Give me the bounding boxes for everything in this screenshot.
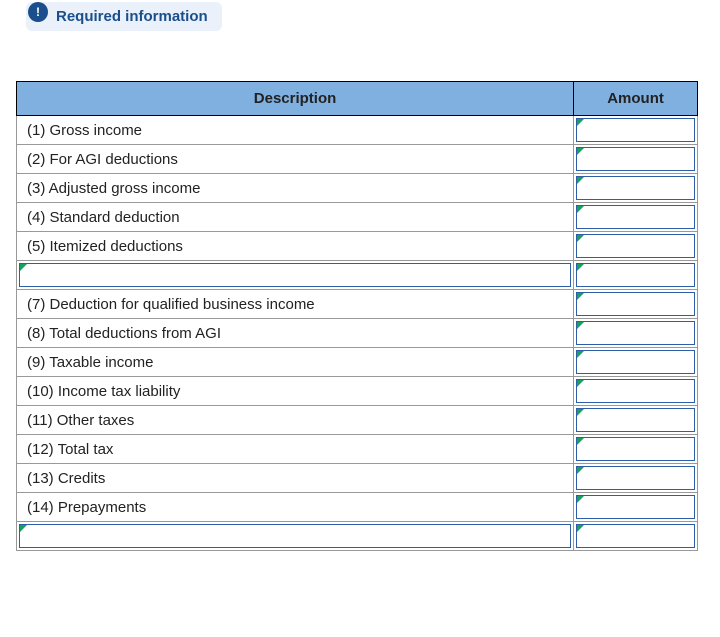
edit-flag-icon	[20, 525, 27, 532]
amount-input[interactable]	[576, 118, 695, 142]
table-row: (9) Taxable income	[17, 348, 698, 377]
amount-input-cell[interactable]	[574, 464, 698, 493]
amount-input-cell[interactable]	[574, 493, 698, 522]
description-cell: (14) Prepayments	[17, 493, 574, 522]
table-row: (1) Gross income	[17, 116, 698, 145]
table-row: (13) Credits	[17, 464, 698, 493]
edit-flag-icon	[577, 409, 584, 416]
description-cell: (10) Income tax liability	[17, 377, 574, 406]
amount-input[interactable]	[576, 205, 695, 229]
description-text: (4) Standard deduction	[17, 205, 573, 230]
description-cell: (4) Standard deduction	[17, 203, 574, 232]
description-text: (7) Deduction for qualified business inc…	[17, 292, 573, 317]
edit-flag-icon	[577, 438, 584, 445]
description-input-cell[interactable]	[17, 261, 574, 290]
edit-flag-icon	[577, 264, 584, 271]
amount-input-cell[interactable]	[574, 261, 698, 290]
amount-input[interactable]	[576, 524, 695, 548]
table-row: (11) Other taxes	[17, 406, 698, 435]
table-row: (8) Total deductions from AGI	[17, 319, 698, 348]
description-cell: (2) For AGI deductions	[17, 145, 574, 174]
table-row: (10) Income tax liability	[17, 377, 698, 406]
amount-input[interactable]	[576, 147, 695, 171]
edit-flag-icon	[577, 322, 584, 329]
amount-input[interactable]	[576, 292, 695, 316]
amount-input[interactable]	[576, 379, 695, 403]
description-cell: (1) Gross income	[17, 116, 574, 145]
amount-input-cell[interactable]	[574, 522, 698, 551]
description-input-cell[interactable]	[17, 522, 574, 551]
description-cell: (7) Deduction for qualified business inc…	[17, 290, 574, 319]
header-description: Description	[17, 82, 574, 116]
required-information-pill[interactable]: ! Required information	[26, 2, 222, 31]
amount-input[interactable]	[576, 350, 695, 374]
tax-worksheet-table: Description Amount (1) Gross income (2) F…	[16, 81, 698, 551]
table-row: (7) Deduction for qualified business inc…	[17, 290, 698, 319]
amount-input[interactable]	[576, 466, 695, 490]
amount-input-cell[interactable]	[574, 319, 698, 348]
description-text: (1) Gross income	[17, 118, 573, 143]
edit-flag-icon	[577, 177, 584, 184]
description-cell: (3) Adjusted gross income	[17, 174, 574, 203]
info-icon: !	[28, 2, 48, 22]
required-information-label: Required information	[56, 8, 208, 25]
table-row: (2) For AGI deductions	[17, 145, 698, 174]
description-text: (13) Credits	[17, 466, 573, 491]
table-row: (4) Standard deduction	[17, 203, 698, 232]
description-text: (9) Taxable income	[17, 350, 573, 375]
description-cell: (13) Credits	[17, 464, 574, 493]
amount-input[interactable]	[576, 495, 695, 519]
amount-input[interactable]	[576, 437, 695, 461]
description-cell: (12) Total tax	[17, 435, 574, 464]
edit-flag-icon	[577, 380, 584, 387]
edit-flag-icon	[577, 148, 584, 155]
amount-input-cell[interactable]	[574, 203, 698, 232]
description-text: (10) Income tax liability	[17, 379, 573, 404]
amount-input[interactable]	[576, 234, 695, 258]
edit-flag-icon	[577, 119, 584, 126]
description-text: (5) Itemized deductions	[17, 234, 573, 259]
table-row: (5) Itemized deductions	[17, 232, 698, 261]
edit-flag-icon	[577, 235, 584, 242]
description-input[interactable]	[19, 524, 571, 548]
description-text: (14) Prepayments	[17, 495, 573, 520]
edit-flag-icon	[577, 351, 584, 358]
amount-input-cell[interactable]	[574, 232, 698, 261]
amount-input-cell[interactable]	[574, 435, 698, 464]
table-row: (14) Prepayments	[17, 493, 698, 522]
edit-flag-icon	[577, 525, 584, 532]
edit-flag-icon	[577, 293, 584, 300]
edit-flag-icon	[577, 206, 584, 213]
table-row	[17, 522, 698, 551]
amount-input-cell[interactable]	[574, 377, 698, 406]
edit-flag-icon	[20, 264, 27, 271]
amount-input-cell[interactable]	[574, 174, 698, 203]
description-cell: (9) Taxable income	[17, 348, 574, 377]
description-text: (11) Other taxes	[17, 408, 573, 433]
description-text: (8) Total deductions from AGI	[17, 321, 573, 346]
description-text: (12) Total tax	[17, 437, 573, 462]
amount-input[interactable]	[576, 408, 695, 432]
edit-flag-icon	[577, 467, 584, 474]
amount-input[interactable]	[576, 321, 695, 345]
description-input[interactable]	[19, 263, 571, 287]
amount-input-cell[interactable]	[574, 145, 698, 174]
header-amount: Amount	[574, 82, 698, 116]
amount-input-cell[interactable]	[574, 348, 698, 377]
description-text: (3) Adjusted gross income	[17, 176, 573, 201]
amount-input[interactable]	[576, 263, 695, 287]
description-cell: (5) Itemized deductions	[17, 232, 574, 261]
table-row: (12) Total tax	[17, 435, 698, 464]
amount-input-cell[interactable]	[574, 116, 698, 145]
amount-input-cell[interactable]	[574, 406, 698, 435]
description-cell: (11) Other taxes	[17, 406, 574, 435]
table-row: (3) Adjusted gross income	[17, 174, 698, 203]
amount-input[interactable]	[576, 176, 695, 200]
amount-input-cell[interactable]	[574, 290, 698, 319]
description-text: (2) For AGI deductions	[17, 147, 573, 172]
description-cell: (8) Total deductions from AGI	[17, 319, 574, 348]
table-row	[17, 261, 698, 290]
edit-flag-icon	[577, 496, 584, 503]
